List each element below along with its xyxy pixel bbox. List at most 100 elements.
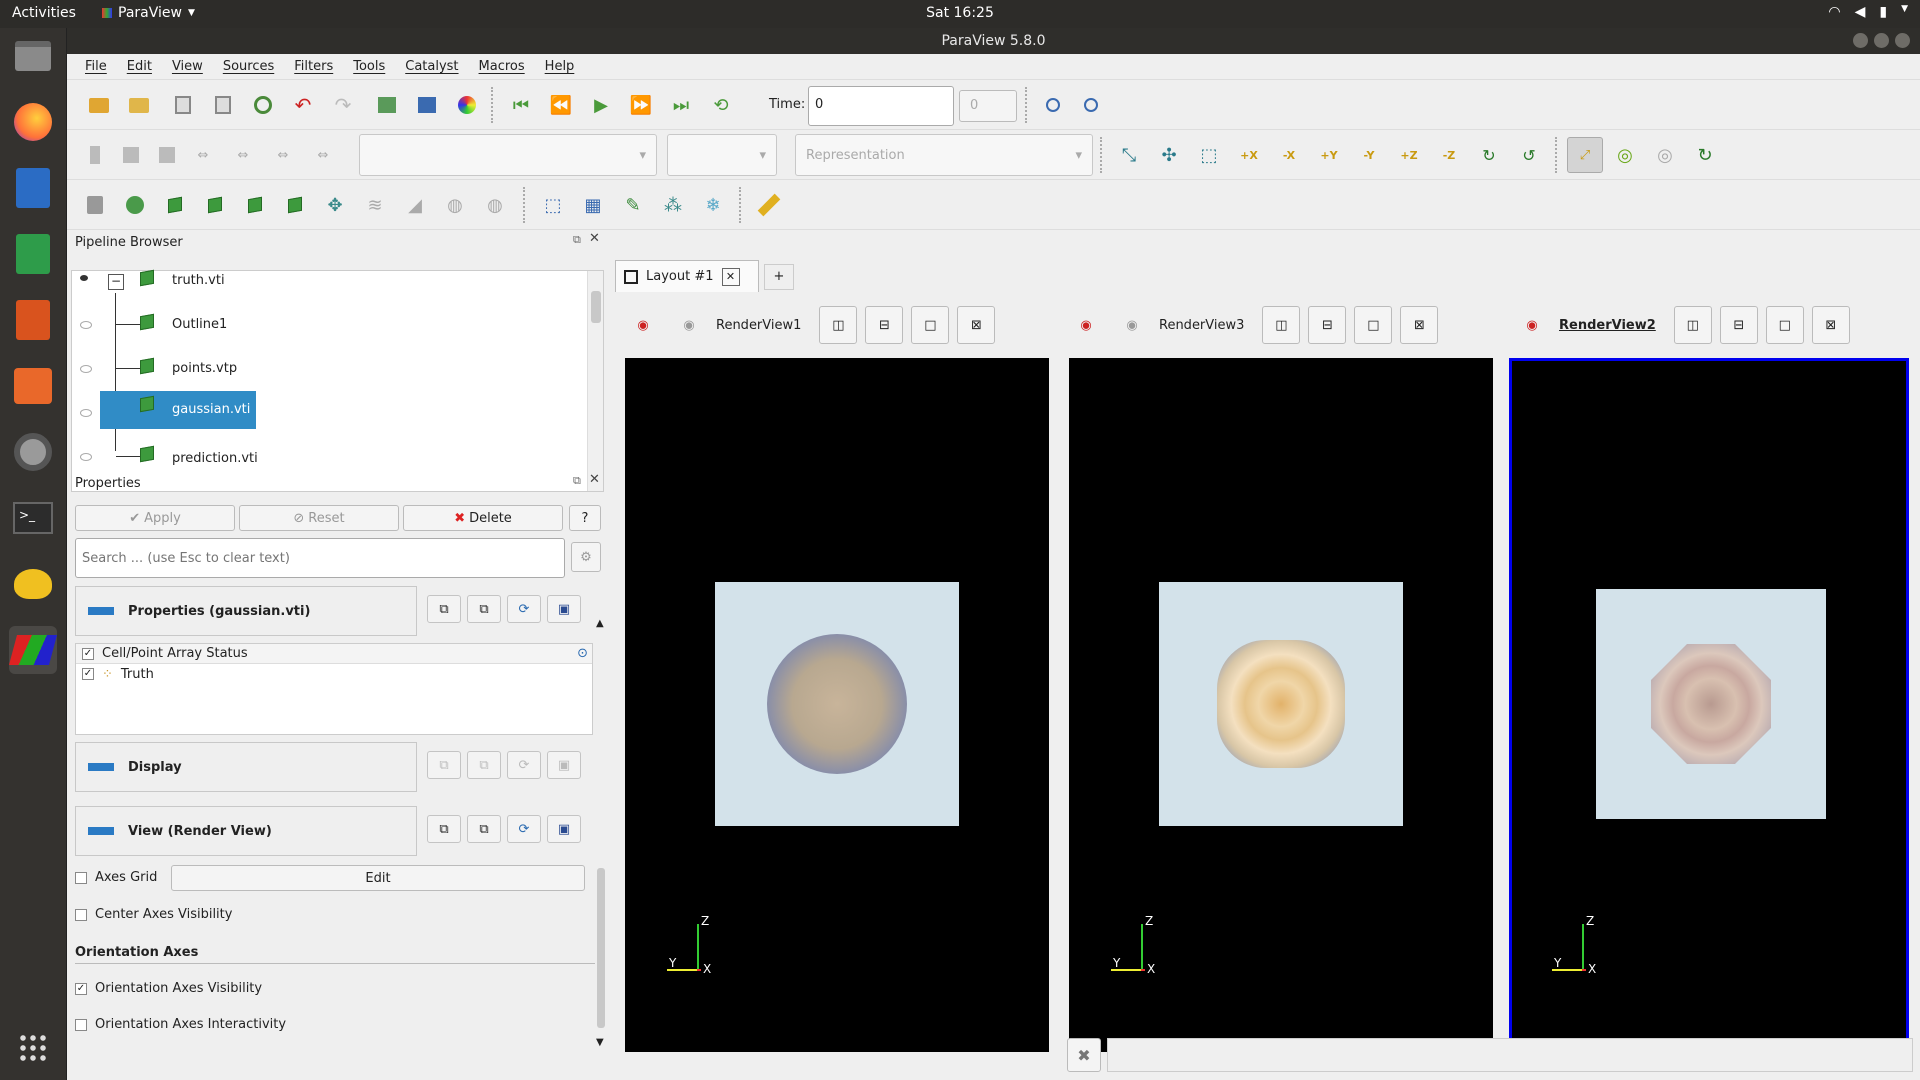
eye-icon[interactable] <box>80 275 88 281</box>
save-state-icon[interactable] <box>209 91 237 119</box>
threshold-icon[interactable] <box>241 191 269 219</box>
view-plus-y-icon[interactable]: +Y <box>1315 141 1343 169</box>
close-button[interactable] <box>1895 33 1910 48</box>
tab-layout-1[interactable]: Layout #1 ✕ <box>615 260 759 292</box>
pipeline-item-prediction[interactable]: prediction.vti <box>72 441 572 473</box>
refresh-icon[interactable]: ⟳ <box>507 815 541 843</box>
clip-icon[interactable] <box>161 191 189 219</box>
calc-icon[interactable] <box>9 230 57 278</box>
reset-button[interactable]: ⊘ Reset <box>239 505 399 531</box>
view-plus-x-icon[interactable]: +X <box>1235 141 1263 169</box>
collapse-icon[interactable]: − <box>108 274 124 290</box>
eye-icon[interactable] <box>80 365 92 373</box>
first-frame-icon[interactable]: ⏮ <box>507 91 535 119</box>
undock-icon[interactable]: ⧉ <box>573 474 581 488</box>
connect-icon[interactable] <box>249 91 277 119</box>
component-combo[interactable]: ▾ <box>667 134 777 176</box>
capture-icon[interactable]: ◉ <box>1513 306 1551 344</box>
close-icon[interactable]: ⊠ <box>1400 306 1439 344</box>
glyph-icon[interactable]: ✥ <box>321 191 349 219</box>
refresh-icon[interactable]: ⟳ <box>507 751 541 779</box>
split-vertical-icon[interactable]: ⊟ <box>1719 306 1758 344</box>
plot-icon[interactable]: ▦ <box>579 191 607 219</box>
view-minus-z-icon[interactable]: -Z <box>1435 141 1463 169</box>
close-icon[interactable]: ✕ <box>721 267 740 286</box>
camera-reset-icon[interactable] <box>373 91 401 119</box>
view-minus-x-icon[interactable]: -X <box>1275 141 1303 169</box>
properties-scrollbar[interactable]: ▲ ▼ <box>596 618 606 1048</box>
filter-icon[interactable] <box>117 141 145 169</box>
resize-icon[interactable]: ⇔ <box>309 141 337 169</box>
pipeline-item-truth[interactable]: − truth.vti <box>72 265 572 297</box>
show-apps-icon[interactable] <box>9 1024 57 1072</box>
interaction-mode-icon[interactable]: ⤢ <box>1567 137 1603 173</box>
zoom-data-icon[interactable] <box>1077 91 1105 119</box>
minimize-button[interactable] <box>1853 33 1868 48</box>
capture-icon[interactable]: ◉ <box>1067 306 1105 344</box>
center-rotation-icon[interactable]: ◎ <box>1611 141 1639 169</box>
menu-file[interactable]: File <box>75 59 117 74</box>
split-horizontal-icon[interactable]: ◫ <box>1262 306 1301 344</box>
menu-macros[interactable]: Macros <box>469 59 535 74</box>
load-state-icon[interactable] <box>169 91 197 119</box>
snowflake-icon[interactable]: ❄ <box>699 191 727 219</box>
rotate-plus-90-icon[interactable]: ↻ <box>1475 141 1503 169</box>
previous-frame-icon[interactable]: ⏪ <box>547 91 575 119</box>
extract-subset-icon[interactable] <box>281 191 309 219</box>
properties-search-input[interactable] <box>75 538 565 578</box>
maximize-icon[interactable]: □ <box>1354 306 1393 344</box>
writer-icon[interactable] <box>9 164 57 212</box>
split-vertical-icon[interactable]: ⊟ <box>1308 306 1347 344</box>
split-horizontal-icon[interactable]: ◫ <box>1673 306 1712 344</box>
render-view-3[interactable]: Z Y X <box>1069 358 1493 1052</box>
menu-tools[interactable]: Tools <box>343 59 395 74</box>
pipeline-scrollbar[interactable] <box>587 271 603 491</box>
copy-icon[interactable]: ⧉ <box>427 815 461 843</box>
ruler-icon[interactable] <box>755 191 783 219</box>
undo-icon[interactable]: ↶ <box>289 91 317 119</box>
view-title[interactable]: RenderView3 <box>1159 318 1244 333</box>
undock-icon[interactable]: ⧉ <box>573 233 581 247</box>
view-title[interactable]: RenderView1 <box>716 318 801 333</box>
apply-button[interactable]: ✔ Apply <box>75 505 235 531</box>
split-vertical-icon[interactable]: ⊟ <box>865 306 904 344</box>
capture-icon[interactable]: ◉ <box>670 306 708 344</box>
chevron-down-icon[interactable]: ⊙ <box>577 646 588 661</box>
reset-center-icon[interactable]: ↻ <box>1691 141 1719 169</box>
close-icon[interactable]: ⊠ <box>1811 306 1850 344</box>
add-tab-button[interactable]: + <box>764 264 794 290</box>
delete-button[interactable]: ✖ Delete <box>403 505 563 531</box>
pick-center-icon[interactable]: ◎ <box>1651 141 1679 169</box>
paste-icon[interactable]: ⧉ <box>467 595 501 623</box>
color-by-combo[interactable]: ▾ <box>359 134 657 176</box>
teapot-icon[interactable] <box>9 560 57 608</box>
copy-icon[interactable]: ⧉ <box>427 595 461 623</box>
resize-icon[interactable]: ⇔ <box>189 141 217 169</box>
pipeline-item-points[interactable]: points.vtp <box>72 353 572 385</box>
eye-icon[interactable] <box>80 409 92 417</box>
menu-catalyst[interactable]: Catalyst <box>395 59 468 74</box>
settings-icon[interactable] <box>9 428 57 476</box>
contour-icon[interactable] <box>121 191 149 219</box>
find-data-icon[interactable] <box>1039 91 1067 119</box>
play-icon[interactable]: ▶ <box>587 91 615 119</box>
view-plus-z-icon[interactable]: +Z <box>1395 141 1423 169</box>
maximize-icon[interactable]: □ <box>911 306 950 344</box>
close-icon[interactable]: ⊠ <box>957 306 996 344</box>
files-icon[interactable] <box>9 32 57 80</box>
render-view-2[interactable]: Z Y X <box>1509 358 1909 1052</box>
display-section-header[interactable]: Display <box>75 742 417 792</box>
extract-level-icon[interactable]: ◍ <box>481 191 509 219</box>
orientation-interactivity-checkbox[interactable] <box>75 1018 87 1031</box>
center-axes-checkbox[interactable] <box>75 908 87 921</box>
capture-icon[interactable]: ◉ <box>1113 306 1151 344</box>
orientation-visibility-checkbox[interactable]: ✓ <box>75 982 87 995</box>
impress-icon[interactable] <box>9 296 57 344</box>
rotate-minus-90-icon[interactable]: ↺ <box>1515 141 1543 169</box>
maximize-icon[interactable]: □ <box>1765 306 1804 344</box>
filter-icon[interactable] <box>81 141 109 169</box>
software-center-icon[interactable] <box>9 362 57 410</box>
axes-grid-edit-button[interactable]: Edit <box>171 865 585 891</box>
activities-button[interactable]: Activities <box>12 5 76 21</box>
time-input[interactable]: 0 <box>808 86 954 126</box>
